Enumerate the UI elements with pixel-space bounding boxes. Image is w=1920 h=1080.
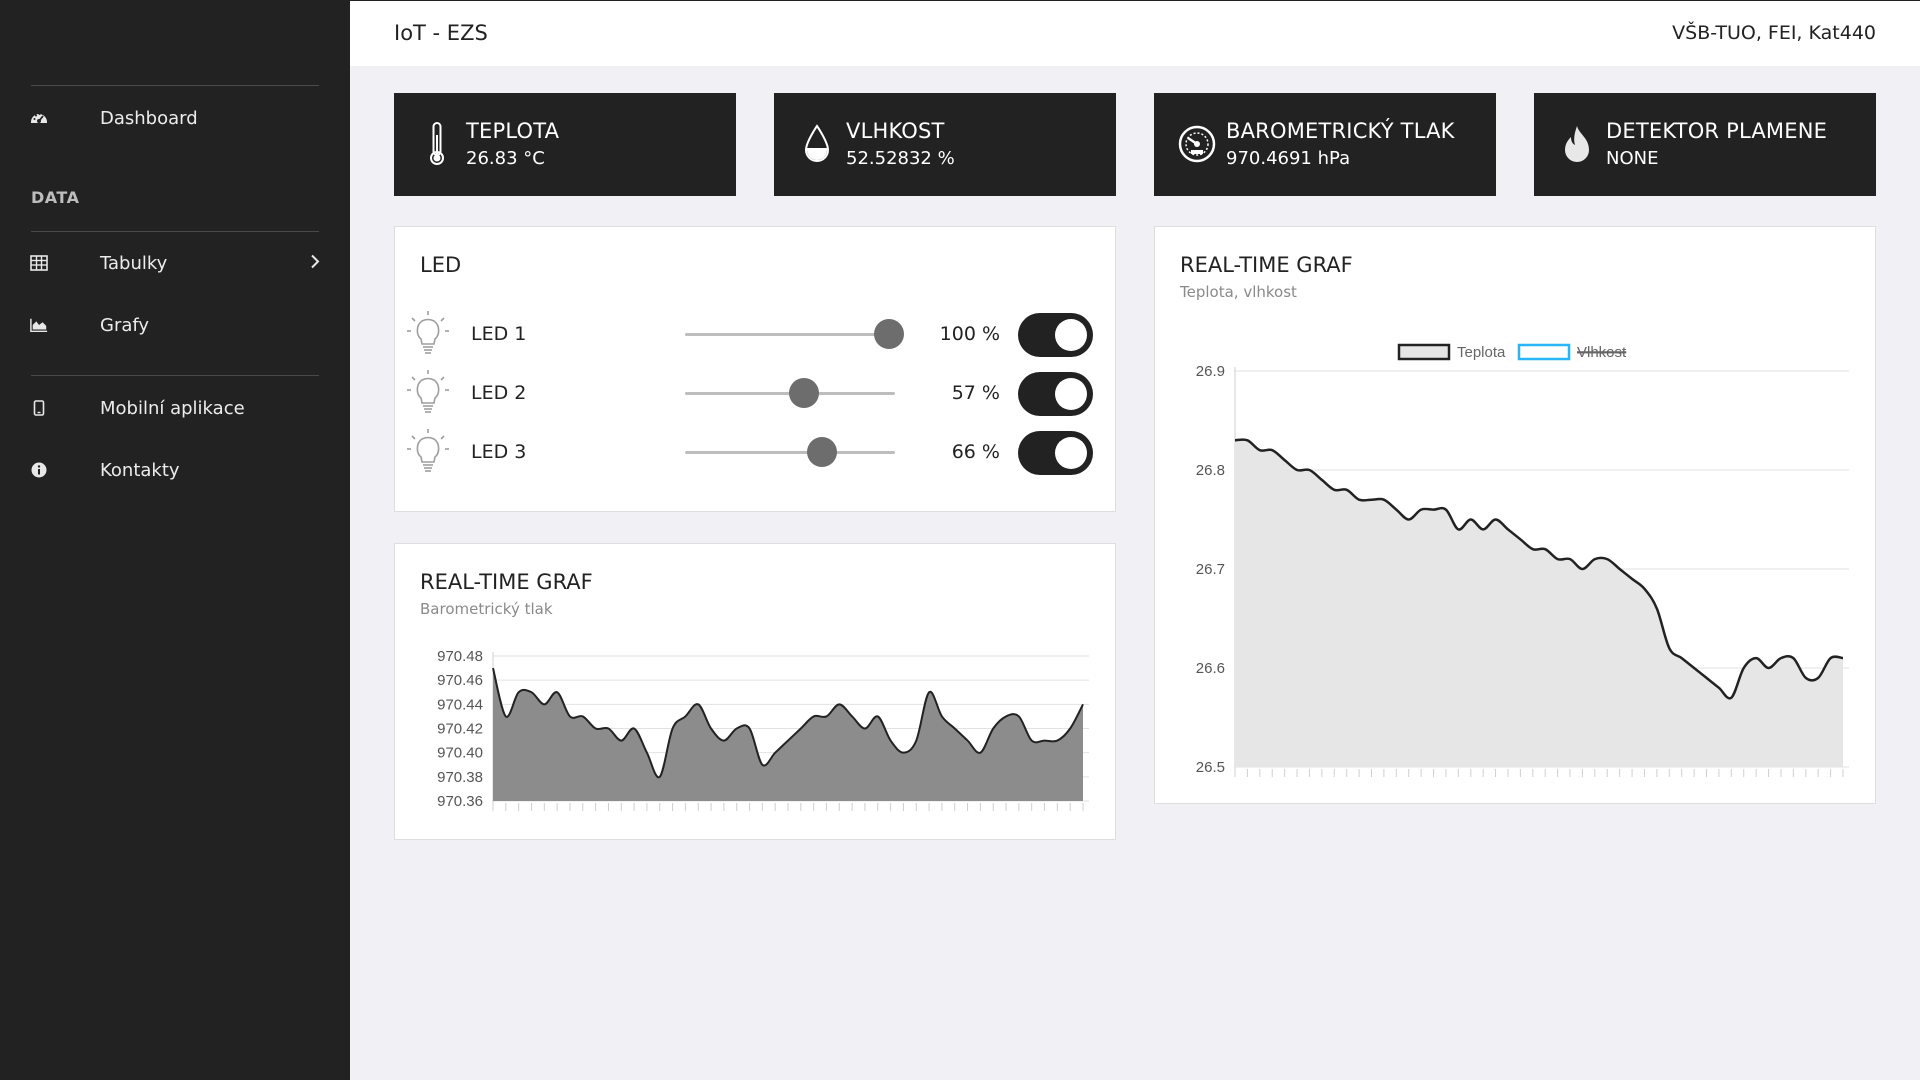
tile-title: TEPLOTA bbox=[466, 119, 560, 143]
led-brightness-slider[interactable] bbox=[685, 319, 904, 349]
led-brightness-slider[interactable] bbox=[685, 437, 895, 467]
y-tick-label: 26.7 bbox=[1196, 561, 1225, 578]
y-tick-label: 970.42 bbox=[437, 721, 483, 738]
led-name: LED 1 bbox=[471, 323, 527, 345]
tile-value: NONE bbox=[1606, 148, 1659, 169]
series-area bbox=[1235, 439, 1843, 767]
top-bar: IoT - EZS VŠB-TUO, FEI, Kat440 bbox=[350, 0, 1920, 66]
y-tick-label: 970.44 bbox=[437, 696, 483, 713]
led-row: LED 1 100 % bbox=[395, 305, 1115, 363]
sidebar-item-label: Mobilní aplikace bbox=[100, 397, 245, 419]
info-icon bbox=[30, 461, 48, 479]
gauge-icon bbox=[1172, 119, 1222, 169]
sidebar-divider bbox=[31, 85, 319, 86]
pressure-chart: 970.36 970.38 970.40 970.42 970.44 970.46 970.… bbox=[437, 648, 1089, 811]
y-tick-label: 970.38 bbox=[437, 769, 483, 786]
dashboard-icon bbox=[30, 109, 48, 127]
led-percent: 66 % bbox=[951, 441, 1000, 463]
organization-label: VŠB-TUO, FEI, Kat440 bbox=[1672, 22, 1876, 44]
sidebar-section-heading: DATA bbox=[31, 188, 80, 207]
temperature-chart: 26.526.626.726.826.9Teplota Vlhkost bbox=[1196, 343, 1849, 777]
toggle-knob bbox=[1055, 378, 1087, 410]
table-icon bbox=[30, 254, 48, 272]
legend-swatch-vlhkost bbox=[1517, 343, 1571, 361]
sidebar-item-dashboard[interactable]: Dashboard bbox=[0, 93, 350, 143]
sidebar-item-kontakty[interactable]: Kontakty bbox=[0, 445, 350, 495]
temperature-tile: TEPLOTA 26.83 °C bbox=[394, 93, 736, 196]
led-name: LED 2 bbox=[471, 382, 527, 404]
led-brightness-slider[interactable] bbox=[685, 378, 895, 408]
y-tick-label: 970.48 bbox=[437, 648, 483, 665]
sidebar: Dashboard DATA Tabulky Grafy Mobilní apl… bbox=[0, 0, 350, 1080]
mobile-icon bbox=[30, 399, 48, 417]
temperature-chart-card: REAL-TIME GRAF Teplota, vlhkost 26.5 26.6… bbox=[1154, 226, 1876, 804]
led-name: LED 3 bbox=[471, 441, 527, 463]
led-toggle[interactable] bbox=[1018, 431, 1093, 475]
y-tick-label: 970.36 bbox=[437, 793, 483, 810]
sidebar-item-label: Dashboard bbox=[100, 107, 198, 129]
sidebar-item-tabulky[interactable]: Tabulky bbox=[0, 238, 350, 288]
sidebar-item-label: Kontakty bbox=[100, 459, 180, 481]
series-area bbox=[493, 668, 1083, 801]
toggle-knob bbox=[1055, 319, 1087, 351]
tile-value: 26.83 °C bbox=[466, 148, 545, 169]
thermometer-icon bbox=[412, 119, 462, 169]
led-toggle[interactable] bbox=[1018, 313, 1093, 357]
pressure-tile: BAROMETRICKÝ TLAK 970.4691 hPa bbox=[1154, 93, 1496, 196]
led-row: LED 3 66 % bbox=[395, 423, 1115, 481]
lightbulb-icon bbox=[407, 370, 449, 413]
y-tick-label: 970.46 bbox=[437, 672, 483, 689]
toggle-knob bbox=[1055, 437, 1087, 469]
flame-icon bbox=[1552, 119, 1602, 169]
tile-value: 52.52832 % bbox=[846, 148, 955, 169]
chevron-right-icon bbox=[310, 254, 320, 273]
y-tick-label: 26.6 bbox=[1196, 660, 1225, 677]
sidebar-item-label: Grafy bbox=[100, 314, 150, 336]
y-tick-label: 26.5 bbox=[1196, 759, 1225, 776]
sidebar-item-label: Tabulky bbox=[100, 252, 168, 274]
tile-value: 970.4691 hPa bbox=[1226, 148, 1351, 169]
sidebar-item-mobilni-aplikace[interactable]: Mobilní aplikace bbox=[0, 383, 350, 433]
sidebar-item-grafy[interactable]: Grafy bbox=[0, 300, 350, 350]
led-percent: 57 % bbox=[951, 382, 1000, 404]
lightbulb-icon bbox=[407, 429, 449, 472]
y-tick-label: 26.8 bbox=[1196, 462, 1225, 479]
legend-swatch-teplota bbox=[1397, 343, 1451, 361]
area-chart-icon bbox=[30, 316, 48, 334]
pressure-chart-card: REAL-TIME GRAF Barometrický tlak 970.36 9… bbox=[394, 543, 1116, 840]
tile-title: VLHKOST bbox=[846, 119, 945, 143]
app-title: IoT - EZS bbox=[394, 21, 488, 45]
slider-knob[interactable] bbox=[806, 437, 837, 467]
sidebar-divider bbox=[31, 231, 319, 232]
tile-title: BAROMETRICKÝ TLAK bbox=[1226, 119, 1455, 143]
led-row: LED 2 57 % bbox=[395, 364, 1115, 422]
flame-detector-tile: DETEKTOR PLAMENE NONE bbox=[1534, 93, 1876, 196]
card-title: LED bbox=[420, 253, 462, 277]
led-card: LED LED 1 100 % LED 2 57 % LED 3 66 % bbox=[394, 226, 1116, 512]
y-tick-label: 970.40 bbox=[437, 745, 483, 762]
led-toggle[interactable] bbox=[1018, 372, 1093, 416]
droplet-icon bbox=[792, 119, 842, 169]
lightbulb-icon bbox=[407, 311, 449, 354]
legend-label-teplota: Teplota bbox=[1457, 344, 1506, 361]
sidebar-divider bbox=[31, 375, 319, 376]
slider-knob[interactable] bbox=[788, 378, 819, 408]
led-percent: 100 % bbox=[939, 323, 1000, 345]
y-tick-label: 26.9 bbox=[1196, 363, 1225, 380]
humidity-tile: VLHKOST 52.52832 % bbox=[774, 93, 1116, 196]
tile-title: DETEKTOR PLAMENE bbox=[1606, 119, 1828, 143]
